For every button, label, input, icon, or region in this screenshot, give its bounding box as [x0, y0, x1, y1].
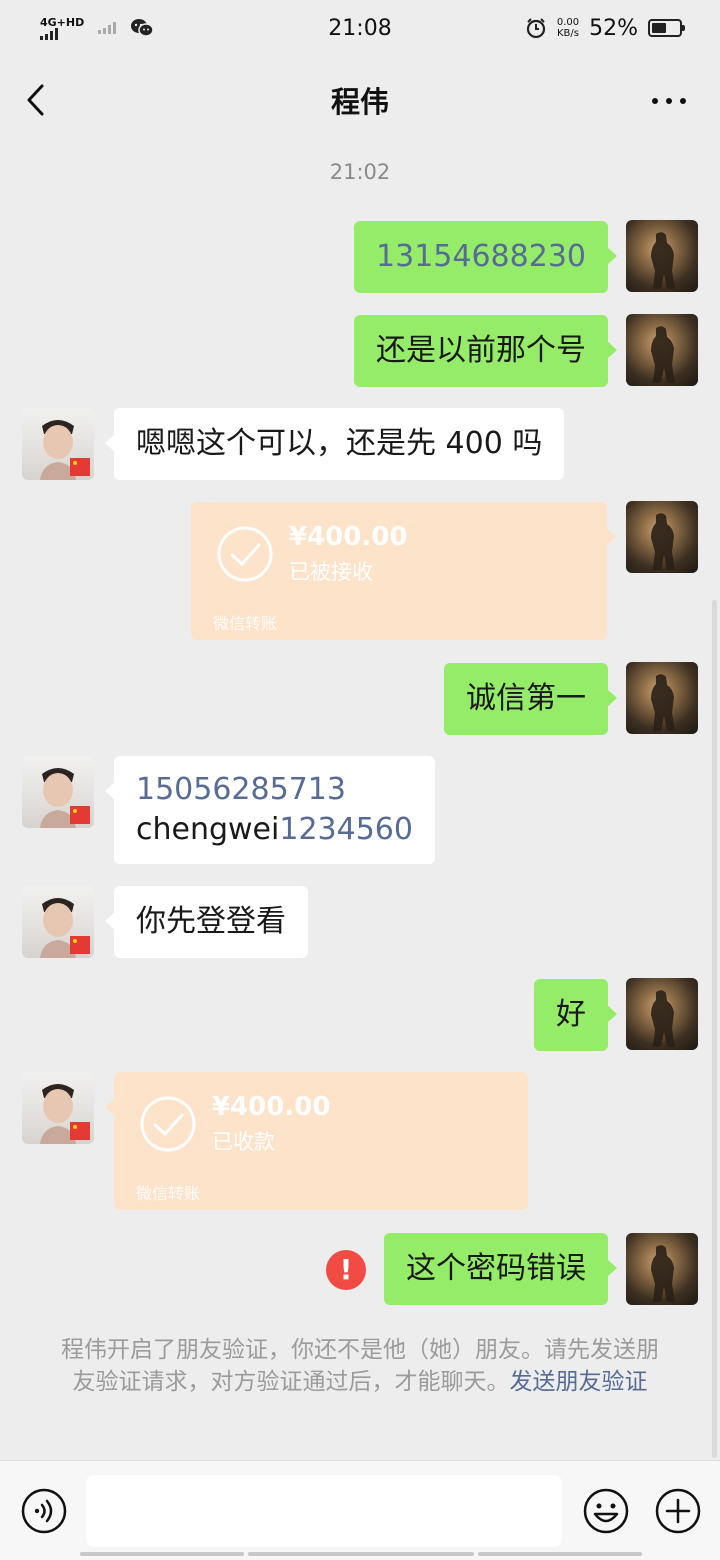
- message-bubble[interactable]: 诚信第一: [444, 663, 617, 735]
- signal-icon: [40, 27, 84, 40]
- my-avatar[interactable]: [626, 220, 698, 292]
- message-bubble[interactable]: 这个密码错误: [384, 1233, 617, 1305]
- contact-face-icon: [40, 768, 90, 828]
- nav-bar: 程伟: [0, 56, 720, 144]
- message-text: 诚信第一: [466, 681, 586, 716]
- friend-verification-notice: 程伟开启了朋友验证，你还不是他（她）朋友。请先发送朋友验证请求，对方验证通过后，…: [56, 1334, 664, 1398]
- message-text: 嗯嗯这个可以，还是先 400 吗: [136, 426, 543, 461]
- transfer-status: 已收款: [212, 1130, 275, 1154]
- send-failed-icon[interactable]: !: [326, 1250, 366, 1290]
- transfer-amount: ¥400.00: [289, 522, 408, 552]
- soldier-avatar-icon: [651, 674, 675, 731]
- message-text: 你先登登看: [136, 904, 286, 939]
- voice-icon[interactable]: [20, 1487, 68, 1535]
- battery-fill: [652, 23, 666, 33]
- number-link[interactable]: 1234560: [279, 812, 413, 847]
- my-avatar[interactable]: [626, 662, 698, 734]
- chat-title: 程伟: [330, 85, 389, 119]
- message-bubble[interactable]: 15056285713 chengwei1234560: [105, 756, 435, 864]
- wechat-icon: [131, 19, 154, 37]
- message-bubble[interactable]: 还是以前那个号: [354, 315, 617, 387]
- emoji-icon[interactable]: [582, 1487, 630, 1535]
- contact-avatar[interactable]: [22, 408, 94, 480]
- soldier-avatar-icon: [651, 232, 675, 289]
- battery-icon: [648, 19, 685, 37]
- soldier-avatar-icon: [651, 990, 675, 1047]
- phone-link[interactable]: 15056285713: [136, 770, 346, 810]
- check-circle-icon: [140, 1096, 196, 1152]
- soldier-avatar-icon: [651, 513, 675, 570]
- transfer-footer: 微信转账: [213, 614, 278, 633]
- network-type: 4G+HD: [40, 15, 85, 29]
- status-right: 0.00 KB/s 52%: [525, 15, 685, 41]
- contact-face-icon: [40, 898, 90, 958]
- transfer-card[interactable]: ¥400.00 已收款 微信转账: [105, 1072, 528, 1210]
- more-icon[interactable]: [652, 98, 686, 104]
- speed-value: 0.00: [556, 17, 580, 28]
- my-avatar[interactable]: [626, 978, 698, 1050]
- scrollbar[interactable]: [712, 600, 717, 1458]
- plus-icon[interactable]: [654, 1487, 702, 1535]
- alarm-icon: [526, 18, 545, 39]
- message-text: 还是以前那个号: [376, 333, 586, 368]
- message-input[interactable]: [86, 1475, 562, 1547]
- speed-unit: KB/s: [556, 28, 579, 39]
- contact-face-icon: [40, 1084, 90, 1144]
- message-bubble[interactable]: 好: [534, 979, 617, 1051]
- transfer-footer: 微信转账: [136, 1184, 201, 1203]
- network-indicator: 4G+HD: [40, 17, 84, 40]
- transfer-amount: ¥400.00: [212, 1092, 331, 1122]
- network-speed: 0.00 KB/s: [557, 17, 579, 39]
- message-text: 这个密码错误: [406, 1251, 586, 1286]
- send-verification-link[interactable]: 发送朋友验证: [510, 1369, 648, 1395]
- chevron-left-icon[interactable]: [24, 82, 48, 118]
- signal-2-icon: [98, 22, 117, 34]
- soldier-avatar-icon: [651, 1245, 675, 1302]
- my-avatar[interactable]: [626, 314, 698, 386]
- battery-percent: 52%: [589, 15, 638, 41]
- my-avatar[interactable]: [626, 501, 698, 573]
- status-left: 4G+HD: [40, 17, 154, 40]
- contact-avatar[interactable]: [22, 886, 94, 958]
- phone-link[interactable]: 13154688230: [376, 237, 586, 277]
- message-line: chengwei1234560: [136, 810, 413, 850]
- message-bubble[interactable]: 你先登登看: [105, 886, 308, 958]
- contact-face-icon: [40, 420, 90, 480]
- contact-avatar[interactable]: [22, 1072, 94, 1144]
- contact-avatar[interactable]: [22, 756, 94, 828]
- message-text: 好: [556, 997, 586, 1032]
- my-avatar[interactable]: [626, 1233, 698, 1305]
- status-bar: 4G+HD 21:08 0.00 KB/s 52%: [0, 0, 720, 56]
- soldier-avatar-icon: [651, 326, 675, 383]
- transfer-card[interactable]: ¥400.00 已被接收 微信转账: [191, 502, 616, 640]
- chat-timestamp: 21:02: [329, 160, 391, 184]
- message-bubble[interactable]: 嗯嗯这个可以，还是先 400 吗: [104, 408, 565, 480]
- home-indicator: [0, 1552, 720, 1558]
- message-text: chengwei: [136, 812, 280, 847]
- transfer-status: 已被接收: [289, 560, 373, 584]
- input-bar: [0, 1460, 720, 1560]
- check-circle-icon: [217, 526, 273, 582]
- message-bubble[interactable]: 13154688230: [354, 221, 617, 293]
